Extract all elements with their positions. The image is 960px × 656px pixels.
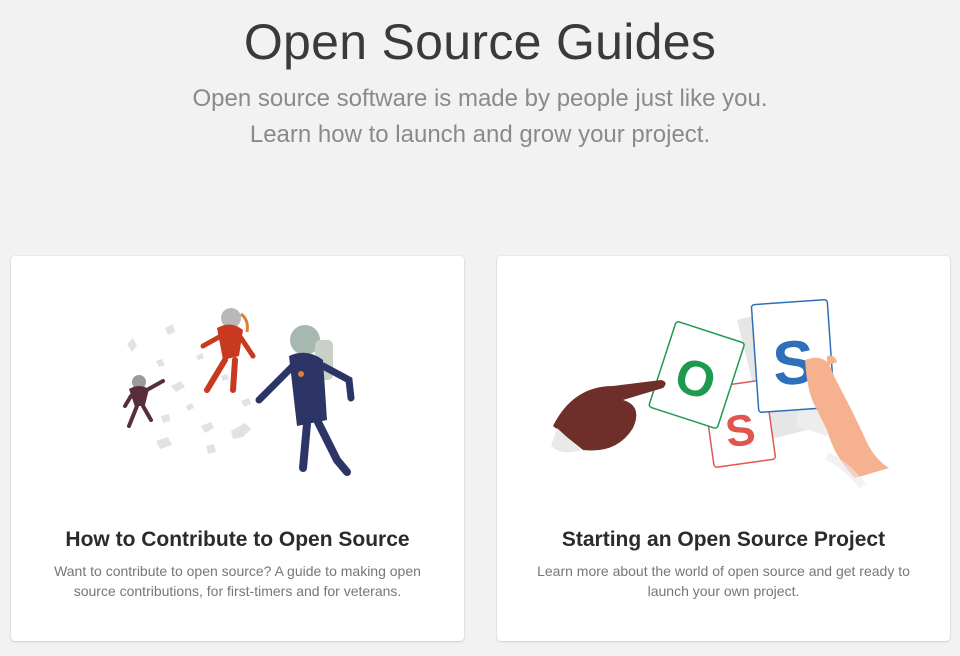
card-description: Learn more about the world of open sourc…	[537, 563, 910, 599]
hero-subtitle-line-1: Open source software is made by people j…	[192, 85, 768, 112]
card-title[interactable]: Starting an Open Source Project	[497, 526, 950, 554]
guide-card-starting-project[interactable]: S O S Starting an Open Source Project Le…	[497, 256, 950, 641]
blue-astronaut	[255, 325, 355, 476]
guide-card-contribute[interactable]: How to Contribute to Open Source Want to…	[11, 256, 464, 641]
card-title[interactable]: How to Contribute to Open Source	[11, 526, 464, 554]
pointing-hand	[551, 380, 666, 453]
floating-astronauts-illustration	[123, 308, 355, 476]
small-astronaut	[123, 375, 165, 428]
hero-subtitle-line-2: Learn how to launch and grow your projec…	[249, 121, 711, 148]
oss-letter-cards-illustration: S O S	[551, 298, 889, 489]
card-description: Want to contribute to open source? A gui…	[54, 563, 421, 599]
page-title: Open Source Guides	[243, 14, 717, 70]
